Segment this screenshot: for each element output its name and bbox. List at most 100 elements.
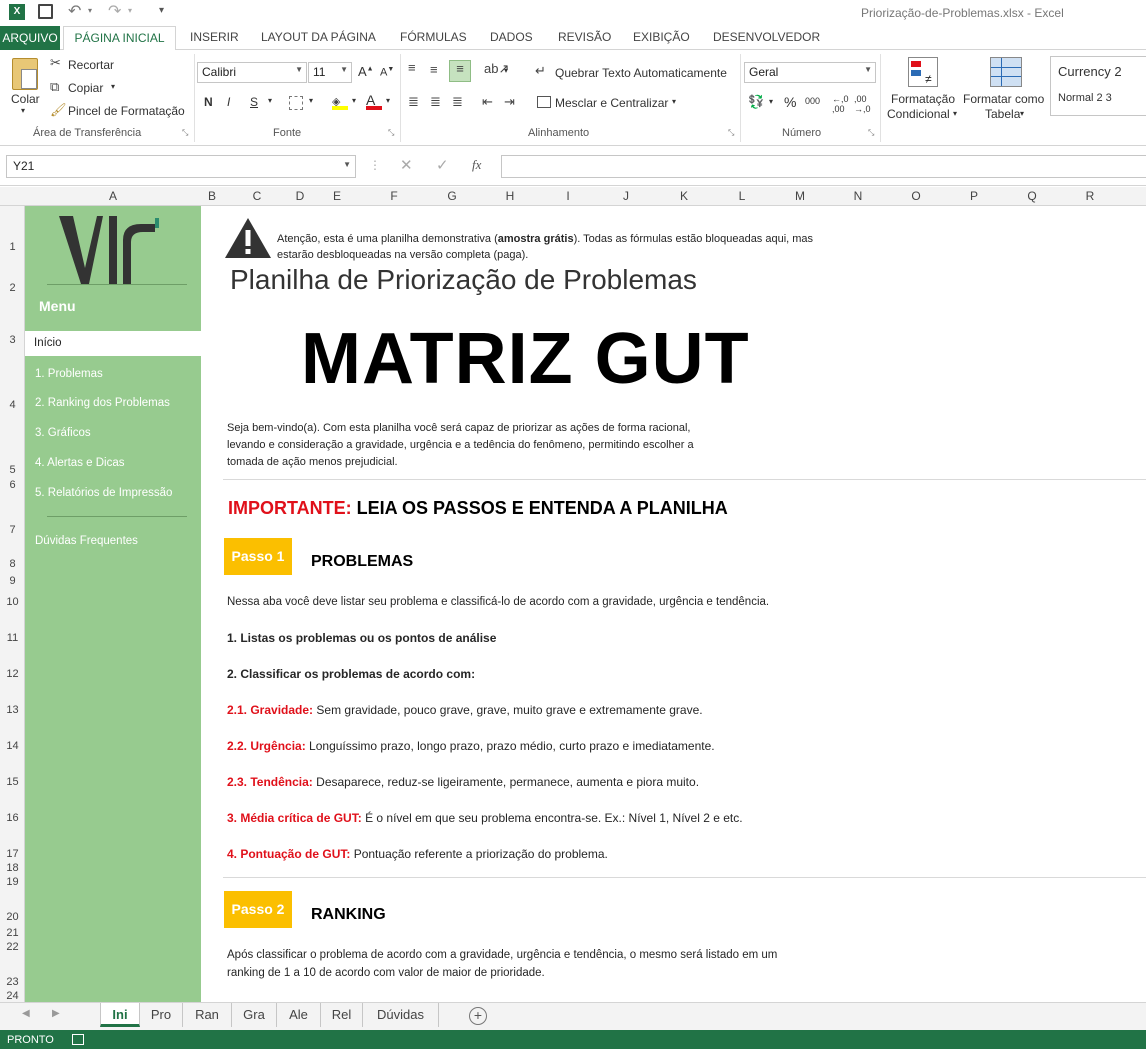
tab-insert[interactable]: INSERIR <box>190 30 239 44</box>
confirm-entry-icon[interactable]: ✓ <box>436 156 449 174</box>
column-header-n[interactable]: N <box>829 189 887 203</box>
tab-home[interactable]: PÁGINA INICIAL <box>63 26 176 51</box>
row-header[interactable]: 10 <box>0 596 25 608</box>
column-header-b[interactable]: B <box>201 189 223 203</box>
style-normal-2-3[interactable]: Normal 2 3 <box>1058 92 1112 104</box>
name-box[interactable]: Y21 ▼ <box>6 155 356 178</box>
sheet-tab-gra[interactable]: Gra <box>232 1003 277 1027</box>
row-header[interactable]: 23 <box>0 976 25 988</box>
add-sheet-icon[interactable]: + <box>469 1007 487 1025</box>
fill-color-dropdown-icon[interactable]: ▾ <box>352 96 356 105</box>
sidebar-item-alertas[interactable]: 4. Alertas e Dicas <box>35 457 124 469</box>
conditional-format-label-1[interactable]: Formatação <box>891 92 955 106</box>
row-header[interactable]: 6 <box>0 479 25 491</box>
row-header[interactable]: 24 <box>0 990 25 1002</box>
number-format-select[interactable]: Geral ▼ <box>744 62 876 83</box>
conditional-format-dropdown-icon[interactable]: ▾ <box>953 109 957 118</box>
row-header[interactable]: 11 <box>0 632 25 644</box>
column-header-r[interactable]: R <box>1061 189 1119 203</box>
align-top-icon[interactable]: ≡ <box>408 60 416 75</box>
sidebar-item-problemas[interactable]: 1. Problemas <box>35 368 103 380</box>
merge-center-button[interactable]: Mesclar e Centralizar <box>555 96 668 110</box>
borders-icon[interactable] <box>289 96 303 110</box>
shrink-font-icon[interactable]: A▼ <box>380 66 394 79</box>
row-header[interactable]: 4 <box>0 399 25 411</box>
row-header[interactable]: 18 <box>0 862 25 874</box>
format-table-dropdown-icon[interactable]: ▾ <box>1020 109 1024 118</box>
font-name-select[interactable]: Calibri ▼ <box>197 62 307 83</box>
column-header-h[interactable]: H <box>481 189 539 203</box>
column-header-k[interactable]: K <box>655 189 713 203</box>
formula-input[interactable] <box>501 155 1146 178</box>
tab-view[interactable]: EXIBIÇÃO <box>633 30 690 44</box>
orientation-dropdown-icon[interactable]: ▾ <box>504 66 508 75</box>
align-left-icon[interactable]: ≣ <box>408 94 419 110</box>
increase-decimal-icon[interactable]: ←,0,00 <box>832 94 849 114</box>
sheet-tab-ale[interactable]: Ale <box>277 1003 321 1027</box>
customize-toolbar-icon[interactable]: ▾ <box>159 5 164 16</box>
cell-styles-gallery[interactable]: Currency 2 Normal 2 3 <box>1050 56 1146 116</box>
column-header-q[interactable]: Q <box>1003 189 1061 203</box>
paste-icon[interactable] <box>12 58 38 90</box>
tab-data[interactable]: DADOS <box>490 30 533 44</box>
sheet-tab-ini[interactable]: Ini <box>100 1003 140 1027</box>
clipboard-launcher-icon[interactable]: ⤡ <box>182 128 188 138</box>
sheet-tab-ran[interactable]: Ran <box>183 1003 232 1027</box>
copy-button[interactable]: Copiar <box>68 81 103 95</box>
style-currency-2[interactable]: Currency 2 <box>1058 64 1122 79</box>
thousands-button[interactable]: 000 <box>805 96 820 106</box>
column-header-o[interactable]: O <box>887 189 945 203</box>
align-middle-icon[interactable]: ≡ <box>430 62 438 77</box>
sidebar-item-relatorios[interactable]: 5. Relatórios de Impressão <box>35 487 172 499</box>
row-header[interactable]: 2 <box>0 282 25 294</box>
alignment-launcher-icon[interactable]: ⤡ <box>728 128 734 138</box>
accounting-format-icon[interactable]: 💱 <box>748 94 764 110</box>
row-header[interactable]: 3 <box>0 334 25 346</box>
row-header[interactable]: 15 <box>0 776 25 788</box>
format-table-label-2[interactable]: Tabela <box>985 107 1020 121</box>
number-launcher-icon[interactable]: ⤡ <box>868 128 874 138</box>
tab-formulas[interactable]: FÓRMULAS <box>400 30 467 44</box>
wrap-text-icon[interactable]: ↵ <box>535 63 546 79</box>
column-header-m[interactable]: M <box>771 189 829 203</box>
tab-file[interactable]: ARQUIVO <box>0 26 60 50</box>
font-color-icon[interactable]: A <box>366 92 382 110</box>
row-header[interactable]: 19 <box>0 876 25 888</box>
tab-review[interactable]: REVISÃO <box>558 30 611 44</box>
grow-font-icon[interactable]: A▲ <box>358 64 374 79</box>
paste-dropdown-icon[interactable]: ▾ <box>21 106 25 115</box>
paste-button[interactable]: Colar <box>11 92 40 106</box>
save-icon[interactable] <box>38 4 53 19</box>
tab-page-layout[interactable]: LAYOUT DA PÁGINA <box>261 30 376 44</box>
align-right-icon[interactable]: ≣ <box>452 94 463 110</box>
underline-dropdown-icon[interactable]: ▾ <box>268 96 272 105</box>
row-header[interactable]: 16 <box>0 812 25 824</box>
undo-dropdown-icon[interactable]: ▾ <box>88 6 92 15</box>
macro-record-icon[interactable] <box>72 1034 84 1045</box>
redo-dropdown-icon[interactable]: ▾ <box>128 6 132 15</box>
row-header[interactable]: 20 <box>0 911 25 923</box>
row-header[interactable]: 1 <box>0 241 25 253</box>
row-header[interactable]: 22 <box>0 941 25 953</box>
column-header-l[interactable]: L <box>713 189 771 203</box>
column-header-f[interactable]: F <box>365 189 423 203</box>
row-header[interactable]: 9 <box>0 575 25 587</box>
column-header-c[interactable]: C <box>223 189 291 203</box>
row-header[interactable]: 7 <box>0 524 25 536</box>
column-header-i[interactable]: I <box>539 189 597 203</box>
tab-scroll-right-icon[interactable]: ▶ <box>52 1008 60 1019</box>
merge-center-icon[interactable] <box>537 96 551 108</box>
sheet-tab-duvidas[interactable]: Dúvidas <box>363 1003 439 1027</box>
tab-scroll-left-icon[interactable]: ◀ <box>22 1008 30 1019</box>
merge-dropdown-icon[interactable]: ▾ <box>672 97 676 106</box>
row-header[interactable]: 5 <box>0 464 25 476</box>
wrap-text-button[interactable]: Quebrar Texto Automaticamente <box>555 66 727 80</box>
fill-color-icon[interactable]: ◈ <box>332 94 348 110</box>
align-center-icon[interactable]: ≣ <box>430 94 441 110</box>
insert-function-icon[interactable]: fx <box>472 157 481 173</box>
copy-dropdown-icon[interactable]: ▾ <box>111 82 115 91</box>
cut-icon[interactable]: ✂ <box>50 55 61 71</box>
conditional-format-icon[interactable]: ≠ <box>908 57 938 87</box>
increase-indent-icon[interactable]: ⇥ <box>504 94 515 110</box>
sidebar-item-inicio[interactable]: Início <box>25 331 201 356</box>
